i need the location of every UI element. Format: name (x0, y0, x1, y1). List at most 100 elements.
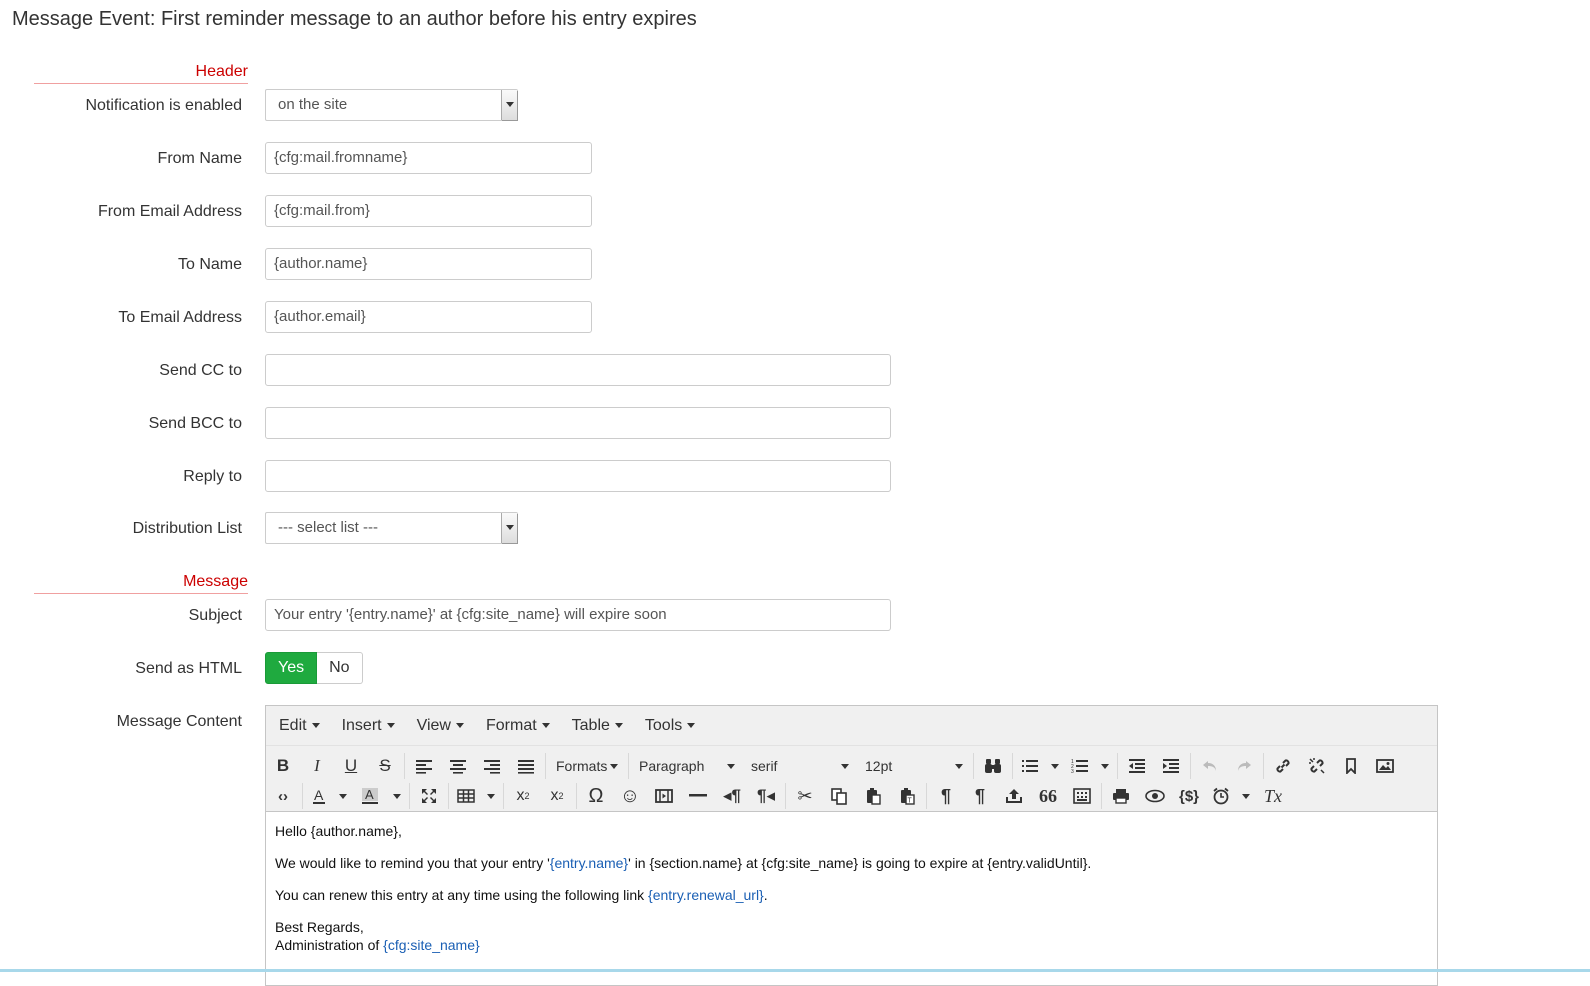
unlink-icon[interactable] (1300, 752, 1334, 780)
caret-down-icon (541, 723, 550, 728)
caret-down-icon (727, 763, 735, 769)
clear-formatting-icon[interactable]: Tx (1256, 782, 1290, 810)
toolbar-separator (409, 783, 410, 809)
preview-icon[interactable] (1138, 782, 1172, 810)
caret-down-icon (955, 763, 963, 769)
to-name-input[interactable]: {author.name} (265, 248, 592, 280)
subscript-icon[interactable]: x2 (506, 782, 540, 810)
menu-insert[interactable]: Insert (331, 717, 406, 735)
chevron-down-icon[interactable] (501, 90, 517, 120)
menu-tools-label: Tools (644, 716, 683, 734)
undo-icon[interactable] (1193, 752, 1227, 780)
align-right-icon[interactable] (475, 752, 509, 780)
send-html-yes-button[interactable]: Yes (265, 652, 318, 684)
editor-toolbar: B I U S Formats Paragraph serif 12pt 1 2… (266, 746, 1437, 812)
from-name-input[interactable]: {cfg:mail.fromname} (265, 142, 592, 174)
toolbar-separator (545, 753, 546, 779)
send-html-toggle: Yes No (265, 652, 363, 684)
chevron-down-icon[interactable] (501, 513, 517, 543)
redo-icon[interactable] (1227, 752, 1261, 780)
menu-view[interactable]: View (406, 717, 475, 735)
notification-select[interactable]: on the site (265, 89, 518, 121)
bcc-input[interactable] (265, 407, 891, 439)
numbered-list-dropdown-icon[interactable] (1095, 752, 1115, 780)
toolbar-separator (785, 783, 786, 809)
toolbar-separator (1101, 783, 1102, 809)
media-icon[interactable] (647, 782, 681, 810)
superscript-icon[interactable]: x2 (540, 782, 574, 810)
paste-icon[interactable] (856, 782, 890, 810)
background-color-icon[interactable]: A (353, 782, 387, 810)
rtl-direction-icon[interactable]: ¶◂ (749, 782, 783, 810)
font-size-label: 12pt (865, 758, 893, 774)
image-icon[interactable] (1368, 752, 1402, 780)
content-paragraph-1: We would like to remind you that your en… (275, 854, 1428, 872)
content-variable: {entry.renewal_url} (648, 887, 764, 903)
upload-icon[interactable] (997, 782, 1031, 810)
editor-content[interactable]: Hello {author.name}, We would like to re… (266, 812, 1437, 964)
formats-dropdown[interactable]: Formats (548, 752, 626, 780)
print-icon[interactable] (1104, 782, 1138, 810)
font-family-dropdown[interactable]: serif (743, 752, 857, 780)
special-character-icon[interactable]: Ω (579, 782, 613, 810)
from-email-input[interactable]: {cfg:mail.from} (265, 195, 592, 227)
show-blocks-icon[interactable]: ¶ (929, 782, 963, 810)
code-icon[interactable]: ‹› (266, 782, 300, 810)
text-color-icon[interactable]: A (305, 782, 333, 810)
block-format-dropdown[interactable]: Paragraph (631, 752, 743, 780)
strikethrough-icon[interactable]: S (368, 752, 402, 780)
alarm-dropdown-icon[interactable] (1236, 782, 1256, 810)
to-email-label: To Email Address (118, 309, 242, 326)
toolbar-separator (1012, 753, 1013, 779)
subject-input[interactable]: Your entry '{entry.name}' at {cfg:site_n… (265, 599, 891, 631)
emoticons-icon[interactable]: ☺ (613, 782, 647, 810)
align-justify-icon[interactable] (509, 752, 543, 780)
link-icon[interactable] (1266, 752, 1300, 780)
font-size-dropdown[interactable]: 12pt (857, 752, 971, 780)
paste-text-icon[interactable]: T (890, 782, 924, 810)
content-text: You can renew this entry at any time usi… (275, 887, 649, 903)
alarm-clock-icon[interactable] (1206, 782, 1236, 810)
caret-down-icon (487, 793, 495, 799)
horizontal-rule-icon[interactable] (681, 782, 715, 810)
template-icon[interactable] (1065, 782, 1099, 810)
distribution-select[interactable]: --- select list --- (265, 512, 518, 544)
bullet-list-dropdown-icon[interactable] (1045, 752, 1065, 780)
italic-icon[interactable]: I (300, 752, 334, 780)
table-icon[interactable] (451, 782, 481, 810)
table-dropdown-icon[interactable] (481, 782, 501, 810)
bullet-list-icon[interactable] (1015, 752, 1045, 780)
text-color-dropdown-icon[interactable] (333, 782, 353, 810)
to-name-label: To Name (177, 256, 242, 273)
to-email-input[interactable]: {author.email} (265, 301, 592, 333)
ltr-direction-icon[interactable]: ◂¶ (715, 782, 749, 810)
background-color-dropdown-icon[interactable] (387, 782, 407, 810)
editor-menubar: Edit Insert View Format Table Tools (266, 706, 1437, 746)
bookmark-icon[interactable] (1334, 752, 1368, 780)
fullscreen-icon[interactable] (412, 782, 446, 810)
variables-icon[interactable]: {$} (1172, 782, 1206, 810)
outdent-icon[interactable] (1120, 752, 1154, 780)
content-regards: Best Regards, (275, 919, 364, 935)
caret-down-icon (841, 763, 849, 769)
blockquote-icon[interactable]: 66 (1031, 782, 1065, 810)
reply-to-input[interactable] (265, 460, 891, 492)
indent-icon[interactable] (1154, 752, 1188, 780)
cc-input[interactable] (265, 354, 891, 386)
menu-tools[interactable]: Tools (634, 717, 706, 735)
numbered-list-icon[interactable]: 123 (1065, 752, 1095, 780)
copy-icon[interactable] (822, 782, 856, 810)
align-center-icon[interactable] (441, 752, 475, 780)
visual-chars-icon[interactable]: ¶ (963, 782, 997, 810)
menu-table[interactable]: Table (561, 717, 634, 735)
send-html-no-button[interactable]: No (317, 652, 363, 684)
toolbar-separator (503, 783, 504, 809)
menu-edit[interactable]: Edit (268, 717, 331, 735)
cut-icon[interactable]: ✂ (788, 782, 822, 810)
underline-icon[interactable]: U (334, 752, 368, 780)
menu-format[interactable]: Format (475, 717, 561, 735)
svg-text:T: T (908, 798, 913, 805)
align-left-icon[interactable] (407, 752, 441, 780)
find-replace-icon[interactable] (976, 752, 1010, 780)
bold-icon[interactable]: B (266, 752, 300, 780)
